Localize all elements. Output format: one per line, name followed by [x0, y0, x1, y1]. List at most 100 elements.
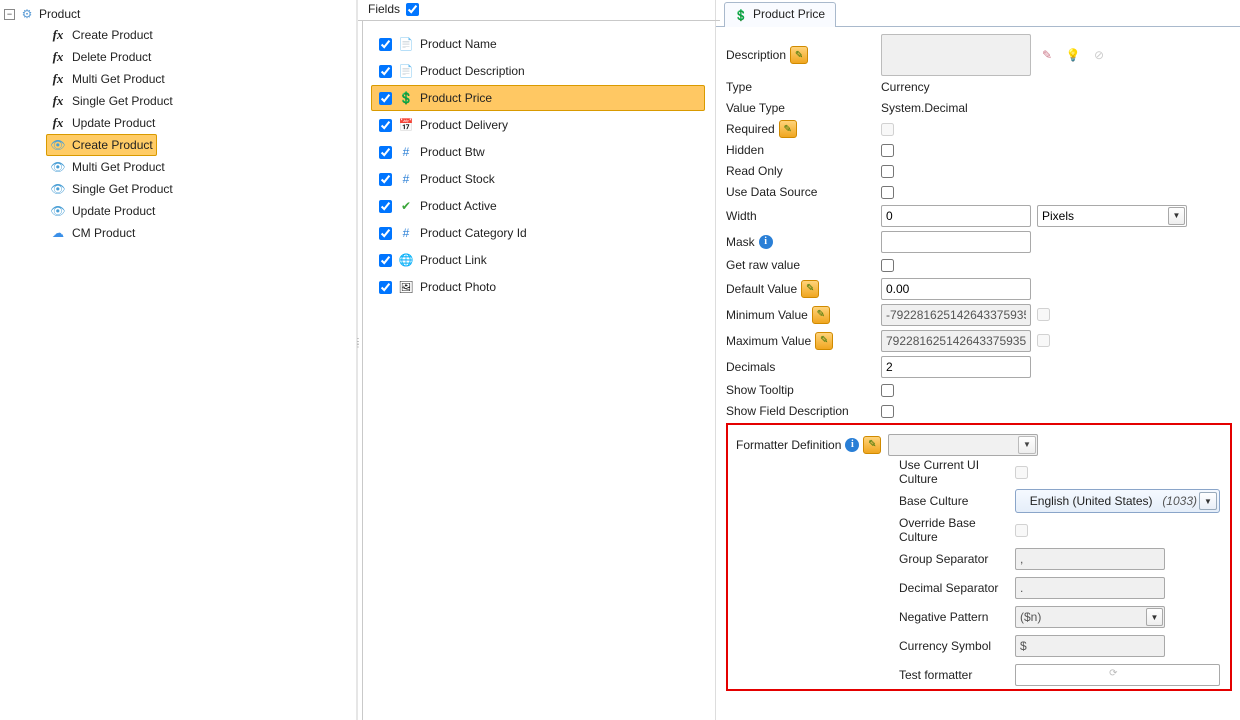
- tree-item[interactable]: fxUpdate Product: [46, 112, 356, 134]
- field-checkbox[interactable]: [379, 227, 392, 240]
- group-sep-input[interactable]: [1015, 548, 1165, 570]
- type-label: Type: [726, 80, 752, 94]
- formatter-sub-table: Use Current UI Culture Base Culture Engl…: [736, 458, 1224, 689]
- tree-item[interactable]: ☁CM Product: [46, 222, 356, 244]
- tree-item-label: Single Get Product: [72, 93, 173, 109]
- formatter-definition-box: Formatter Definition i ✎ ▼ Use Current U…: [726, 423, 1232, 691]
- dropdown-icon[interactable]: ▼: [1168, 207, 1185, 225]
- info-icon[interactable]: i: [845, 438, 859, 452]
- field-row[interactable]: 📄Product Name: [371, 31, 705, 57]
- field-checkbox[interactable]: [379, 146, 392, 159]
- tree-item[interactable]: fxCreate Product: [46, 24, 356, 46]
- tree-item-label: Multi Get Product: [72, 71, 165, 87]
- tab-label: Product Price: [753, 7, 825, 21]
- currency-field-icon: 💲: [733, 7, 749, 23]
- field-row[interactable]: 🌐Product Link: [371, 247, 705, 273]
- tree-item[interactable]: fxSingle Get Product: [46, 90, 356, 112]
- image-field-icon: 🖼: [398, 279, 414, 295]
- edit-expression-icon[interactable]: ✎: [863, 436, 881, 454]
- currency-symbol-input[interactable]: [1015, 635, 1165, 657]
- number-field-icon: #: [398, 171, 414, 187]
- dropdown-icon[interactable]: ▼: [1146, 608, 1163, 626]
- get-raw-checkbox[interactable]: [881, 259, 894, 272]
- tree-root-row[interactable]: − ⚙ Product: [4, 4, 356, 24]
- show-tooltip-checkbox[interactable]: [881, 384, 894, 397]
- dropdown-icon[interactable]: ▼: [1199, 492, 1217, 510]
- number-field-icon: #: [398, 144, 414, 160]
- tree-panel: − ⚙ Product fxCreate Product fxDelete Pr…: [0, 0, 358, 720]
- edit-expression-icon[interactable]: ✎: [812, 306, 830, 324]
- default-value-input[interactable]: [881, 278, 1031, 300]
- field-label: Product Description: [420, 64, 525, 78]
- field-row[interactable]: #Product Category Id: [371, 220, 705, 246]
- edit-expression-icon[interactable]: ✎: [801, 280, 819, 298]
- field-checkbox[interactable]: [379, 65, 392, 78]
- culture-id: (1033): [1162, 494, 1197, 508]
- hidden-checkbox[interactable]: [881, 144, 894, 157]
- mask-input[interactable]: [881, 231, 1031, 253]
- field-checkbox[interactable]: [379, 92, 392, 105]
- field-checkbox[interactable]: [379, 254, 392, 267]
- show-field-desc-checkbox[interactable]: [881, 405, 894, 418]
- field-row[interactable]: ✔Product Active: [371, 193, 705, 219]
- tree-item-label: Single Get Product: [72, 181, 173, 197]
- field-checkbox[interactable]: [379, 119, 392, 132]
- field-row[interactable]: 🖼Product Photo: [371, 274, 705, 300]
- field-checkbox[interactable]: [379, 38, 392, 51]
- readonly-checkbox[interactable]: [881, 165, 894, 178]
- product-node-icon: ⚙: [19, 6, 35, 22]
- max-value-input[interactable]: [881, 330, 1031, 352]
- show-tooltip-label: Show Tooltip: [726, 383, 794, 397]
- edit-expression-icon[interactable]: ✎: [815, 332, 833, 350]
- info-icon[interactable]: i: [759, 235, 773, 249]
- formatter-select[interactable]: ▼: [888, 434, 1038, 456]
- field-row[interactable]: 📄Product Description: [371, 58, 705, 84]
- eye-icon: 👁: [50, 137, 66, 153]
- hint-icon[interactable]: 💡: [1063, 45, 1083, 65]
- dropdown-icon[interactable]: ▼: [1018, 436, 1036, 454]
- tree-item-label: CM Product: [72, 225, 135, 241]
- test-formatter-input[interactable]: ⟳: [1015, 664, 1220, 686]
- fields-header-label: Fields: [368, 2, 400, 16]
- default-value-label: Default Value: [726, 282, 797, 296]
- decimals-input[interactable]: [881, 356, 1031, 378]
- field-row[interactable]: #Product Btw: [371, 139, 705, 165]
- use-culture-checkbox[interactable]: [1015, 466, 1028, 479]
- edit-icon[interactable]: ✎: [1037, 45, 1057, 65]
- min-value-checkbox[interactable]: [1037, 308, 1050, 321]
- max-value-checkbox[interactable]: [1037, 334, 1050, 347]
- decimal-sep-label: Decimal Separator: [899, 581, 998, 595]
- edit-expression-icon[interactable]: ✎: [779, 120, 797, 138]
- field-row[interactable]: 📅Product Delivery: [371, 112, 705, 138]
- edit-expression-icon[interactable]: ✎: [790, 46, 808, 64]
- decimal-sep-input[interactable]: [1015, 577, 1165, 599]
- formatter-def-label: Formatter Definition: [736, 438, 841, 452]
- tree-item[interactable]: 👁Multi Get Product: [46, 156, 356, 178]
- field-checkbox[interactable]: [379, 200, 392, 213]
- fields-all-checkbox[interactable]: [406, 3, 419, 16]
- tree-expander-icon[interactable]: −: [4, 9, 15, 20]
- field-row[interactable]: #Product Stock: [371, 166, 705, 192]
- width-input[interactable]: [881, 205, 1031, 227]
- override-culture-checkbox[interactable]: [1015, 524, 1028, 537]
- clear-icon[interactable]: ⊘: [1089, 45, 1109, 65]
- required-label: Required: [726, 122, 775, 136]
- number-field-icon: #: [398, 225, 414, 241]
- tab-product-price[interactable]: 💲 Product Price: [724, 2, 836, 27]
- tree-item[interactable]: 👁Single Get Product: [46, 178, 356, 200]
- required-checkbox[interactable]: [881, 123, 894, 136]
- field-checkbox[interactable]: [379, 173, 392, 186]
- description-input[interactable]: [881, 34, 1031, 76]
- tree-item[interactable]: 👁Update Product: [46, 200, 356, 222]
- use-data-source-checkbox[interactable]: [881, 186, 894, 199]
- field-checkbox[interactable]: [379, 281, 392, 294]
- eye-icon: 👁: [50, 203, 66, 219]
- width-units-select[interactable]: [1037, 205, 1187, 227]
- tree-item[interactable]: fxMulti Get Product: [46, 68, 356, 90]
- negative-pattern-select[interactable]: [1015, 606, 1165, 628]
- tree-item[interactable]: 👁Create Product: [46, 134, 157, 156]
- field-row[interactable]: 💲Product Price: [371, 85, 705, 111]
- min-value-input[interactable]: [881, 304, 1031, 326]
- base-culture-select[interactable]: English (United States) (1033) ▼: [1015, 489, 1220, 513]
- tree-item[interactable]: fxDelete Product: [46, 46, 356, 68]
